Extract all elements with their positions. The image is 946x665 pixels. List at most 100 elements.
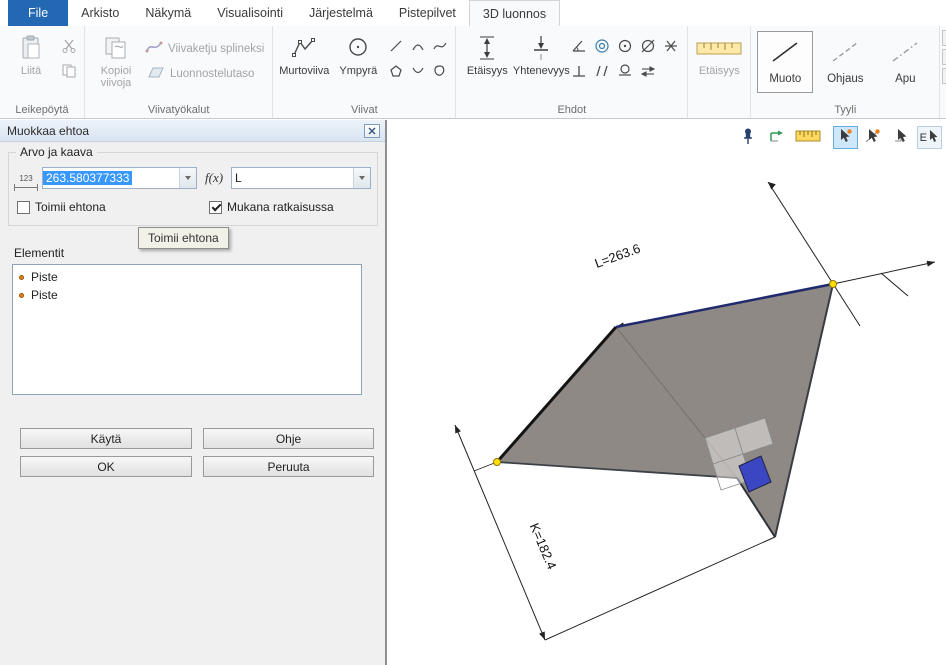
ribbon: Liitä Leikepöytä Kopioi viivoja Viivaket…	[0, 25, 946, 119]
spline-tool-button[interactable]	[429, 37, 451, 57]
cut-button[interactable]	[58, 37, 80, 57]
style-control-button[interactable]: Ohjaus	[817, 31, 873, 93]
formula-dropdown-button[interactable]	[353, 168, 370, 188]
circle-button[interactable]: Ympyrä	[331, 30, 385, 80]
copy-lines-button[interactable]: Kopioi viivoja	[89, 30, 143, 92]
cancel-button[interactable]: Peruuta	[203, 456, 374, 477]
grid-options-button-3[interactable]	[942, 68, 946, 84]
formula-input[interactable]: L	[232, 171, 353, 185]
ruler-icon	[696, 33, 742, 63]
polyline-button[interactable]: Murtoviiva	[277, 30, 331, 80]
apply-button[interactable]: Käytä	[20, 428, 192, 449]
dimension-label-k[interactable]: K=182.4	[527, 521, 560, 572]
polygon-icon	[388, 63, 404, 82]
grid-options-button-2[interactable]	[942, 49, 946, 65]
arc-down-icon	[410, 63, 426, 82]
list-item[interactable]: Piste	[15, 286, 359, 304]
measure-corner-button[interactable]	[764, 126, 789, 149]
tab-file[interactable]: File	[8, 0, 68, 26]
tab-nakyma[interactable]: Näkymä	[132, 0, 204, 26]
dialog-titlebar[interactable]: Muokkaa ehtoa	[0, 120, 385, 142]
dashed-line-icon	[829, 39, 861, 68]
copy-button[interactable]	[58, 62, 80, 82]
ribbon-group-lines: Murtoviiva Ympyrä Viivat	[273, 26, 456, 118]
snap-element-button[interactable]: E	[917, 126, 942, 149]
help-button[interactable]: Ohje	[203, 428, 374, 449]
snap-line-button[interactable]	[861, 126, 886, 149]
symmetry-constraint-button[interactable]	[637, 62, 659, 82]
closed-spline-tool-button[interactable]	[429, 62, 451, 82]
style-shape-button[interactable]: Muoto	[757, 31, 813, 93]
ribbon-right-controls	[940, 26, 946, 118]
circle-label: Ympyrä	[339, 65, 377, 77]
paste-button[interactable]: Liitä	[4, 30, 58, 80]
value-combobox[interactable]: 263.580377333	[42, 167, 197, 189]
concentric-constraint-button[interactable]	[591, 37, 613, 57]
measure-distance-button[interactable]: Etäisyys	[692, 30, 746, 80]
tangent-icon	[616, 62, 634, 83]
corner-arrow-icon	[767, 128, 785, 147]
line-tool-button[interactable]	[385, 37, 407, 57]
pin-button[interactable]	[736, 126, 761, 149]
tab-arkisto[interactable]: Arkisto	[68, 0, 132, 26]
value-dimension-icon: 123	[14, 170, 38, 188]
sketch-drawing[interactable]: L=263.6 K=182.4	[387, 120, 946, 665]
checkbox-checked[interactable]	[209, 201, 222, 214]
constraints-group-label: Ehdot	[456, 104, 687, 116]
elements-list[interactable]: Piste Piste	[12, 264, 362, 395]
circle-slash-constraint-button[interactable]	[637, 37, 659, 57]
value-input[interactable]: 263.580377333	[43, 171, 132, 185]
circle-point-constraint-button[interactable]	[614, 37, 636, 57]
circle-point-icon	[616, 37, 634, 58]
checkbox-included-in-solution[interactable]: Mukana ratkaisussa	[209, 200, 334, 214]
checkbox-unchecked[interactable]	[17, 201, 30, 214]
paste-icon	[20, 33, 42, 63]
ribbon-tabbar: File Arkisto Näkymä Visualisointi Järjes…	[0, 0, 946, 26]
ribbon-group-measure: Etäisyys	[688, 26, 751, 118]
checkbox-acts-as-condition[interactable]: Toimii ehtona	[17, 200, 106, 214]
arc-tool-button[interactable]	[407, 37, 429, 57]
distance-constraint-button[interactable]: Etäisyys	[460, 30, 514, 80]
close-icon	[368, 124, 376, 138]
tangent-constraint-button[interactable]	[614, 62, 636, 82]
checkbox-included-label: Mukana ratkaisussa	[227, 200, 334, 214]
closed-spline-icon	[432, 63, 448, 82]
spline-icon	[432, 38, 448, 57]
close-button[interactable]	[364, 124, 380, 138]
ruler-icon	[795, 129, 821, 146]
formula-combobox[interactable]: L	[231, 167, 371, 189]
sketch-canvas[interactable]: E	[387, 120, 946, 665]
clipboard-group-label: Leikepöytä	[0, 104, 84, 116]
linetools-group-label: Viivatyökalut	[85, 104, 272, 116]
dashdot-line-icon	[889, 39, 921, 68]
coincidence-button[interactable]: Yhtenevyys	[514, 30, 568, 80]
grid-options-button-1[interactable]	[942, 30, 946, 46]
perpendicular-constraint-button[interactable]	[568, 62, 590, 82]
coincidence-label: Yhtenevyys	[513, 65, 570, 77]
angle-constraint-button[interactable]	[568, 37, 590, 57]
spline-chain-label: Viivaketju splineksi	[168, 43, 264, 55]
coincidence-icon	[530, 33, 552, 63]
tab-3d-luonnos[interactable]: 3D luonnos	[469, 0, 560, 26]
parallel-icon	[593, 62, 611, 83]
ruler-button[interactable]	[792, 126, 824, 149]
parallel-constraint-button[interactable]	[591, 62, 613, 82]
tab-visualisointi[interactable]: Visualisointi	[204, 0, 296, 26]
dimension-label-l[interactable]: L=263.6	[593, 241, 643, 271]
snap-corner-button[interactable]	[889, 126, 914, 149]
value-dropdown-button[interactable]	[179, 168, 196, 188]
arc-down-tool-button[interactable]	[407, 62, 429, 82]
list-item[interactable]: Piste	[15, 268, 359, 286]
polygon-tool-button[interactable]	[385, 62, 407, 82]
tab-jarjestelma[interactable]: Järjestelmä	[296, 0, 386, 26]
tab-pistepilvet[interactable]: Pistepilvet	[386, 0, 469, 26]
snap-point-button[interactable]	[833, 126, 858, 149]
pattern-constraint-button[interactable]	[660, 37, 682, 57]
ribbon-group-clipboard: Liitä Leikepöytä	[0, 26, 85, 118]
ok-button[interactable]: OK	[20, 456, 192, 477]
ribbon-group-constraints: Etäisyys Yhtenevyys Ehdot	[456, 26, 688, 118]
sketch-plane-button[interactable]: Luonnostelutaso	[145, 65, 264, 82]
style-aux-button[interactable]: Apu	[877, 31, 933, 93]
spline-chain-button[interactable]: Viivaketju splineksi	[145, 39, 264, 58]
lines-group-label: Viivat	[273, 104, 455, 116]
